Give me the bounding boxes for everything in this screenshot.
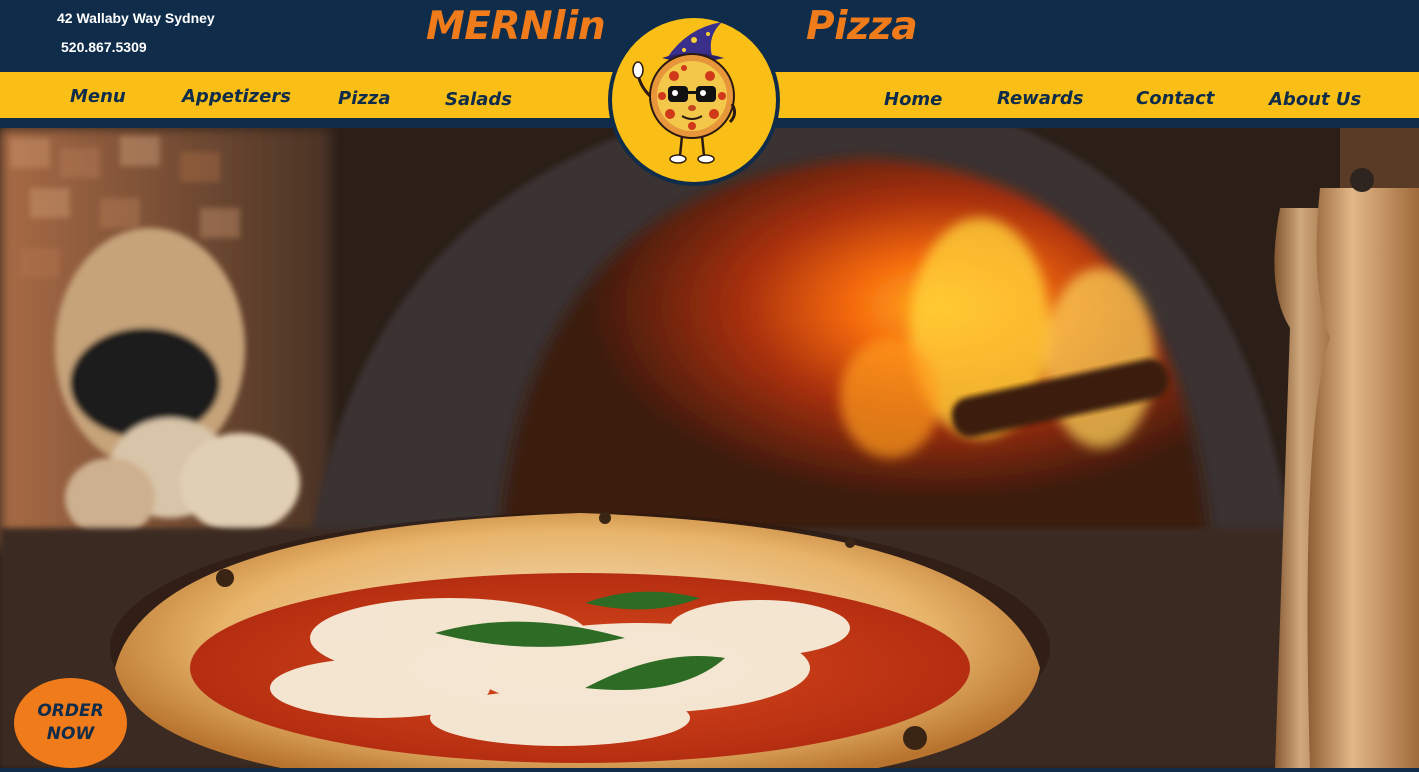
address-text: 42 Wallaby Way Sydney	[57, 10, 215, 26]
nav-link-home[interactable]: Home	[884, 89, 942, 110]
nav-link-appetizers[interactable]: Appetizers	[182, 86, 291, 107]
hero-bottom-border	[0, 768, 1419, 772]
nav-link-salads[interactable]: Salads	[445, 89, 512, 110]
nav-link-about-us[interactable]: About Us	[1269, 89, 1361, 110]
phone-number[interactable]: 520.867.5309	[61, 39, 147, 55]
nav-link-pizza[interactable]: Pizza	[338, 88, 390, 109]
order-now-line2: NOW	[46, 724, 95, 744]
nav-link-contact[interactable]: Contact	[1136, 88, 1214, 109]
wizard-pizza-mascot-icon	[632, 22, 737, 164]
logo[interactable]	[612, 18, 776, 182]
brand-name-left: MERNlin	[426, 4, 606, 49]
order-now-button[interactable]: ORDER NOW	[14, 678, 127, 768]
brand-name-right: Pizza	[806, 4, 918, 49]
nav-link-menu[interactable]: Menu	[70, 86, 126, 107]
hero-image	[0, 128, 1419, 768]
order-now-line1: ORDER	[37, 701, 104, 721]
pizza-oven-photo	[0, 128, 1419, 768]
nav-link-rewards[interactable]: Rewards	[997, 88, 1083, 109]
